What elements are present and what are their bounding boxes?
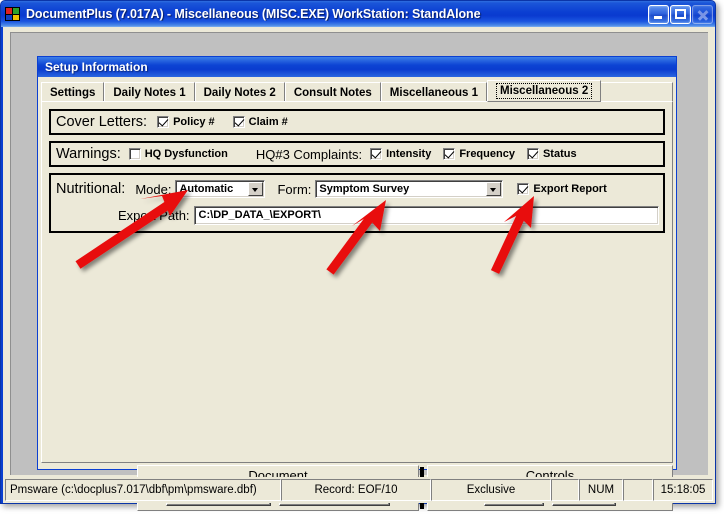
tab-page-miscellaneous-2: Cover Letters: Policy # Claim # <box>41 101 673 463</box>
setup-window-title: Setup Information <box>38 57 676 77</box>
checkbox-box-icon <box>517 183 529 195</box>
warnings-group: Warnings: HQ Dysfunction HQ#3 Complaints… <box>49 141 665 167</box>
checkbox-box-icon <box>233 116 245 128</box>
tab-miscellaneous-1[interactable]: Miscellaneous 1 <box>381 82 487 102</box>
tab-label: Miscellaneous 2 <box>496 83 592 99</box>
checkbox-label: Policy # <box>173 116 215 128</box>
checkbox-label: Status <box>543 148 577 160</box>
checkbox-label: HQ Dysfunction <box>145 148 228 160</box>
nutritional-row-1: Nutritional: Mode: Automatic Form: Sympt… <box>51 175 663 203</box>
checkbox-status[interactable]: Status <box>527 148 577 160</box>
window-title: DocumentPlus (7.017A) - Miscellaneous (M… <box>26 7 647 21</box>
status-bar: Pmsware (c:\docplus7.017\dbf\pm\pmsware.… <box>3 477 715 503</box>
tab-label: Miscellaneous 1 <box>390 87 478 99</box>
maximize-button[interactable] <box>670 5 691 24</box>
tab-label: Consult Notes <box>294 87 372 99</box>
setup-window-body: Settings Daily Notes 1 Daily Notes 2 Con… <box>38 77 676 469</box>
form-value: Symptom Survey <box>316 183 486 195</box>
checkbox-box-icon <box>157 116 169 128</box>
cover-letters-label: Cover Letters: <box>56 114 147 130</box>
checkbox-box-icon <box>370 148 382 160</box>
checkbox-export-report[interactable]: Export Report <box>517 183 606 195</box>
tab-label: Settings <box>50 87 95 99</box>
nutritional-row-2: Export Path: C:\DP_DATA_\EXPORT\ <box>51 203 663 227</box>
form-label: Form: <box>277 182 311 197</box>
status-database-path: Pmsware (c:\docplus7.017\dbf\pm\pmsware.… <box>5 479 281 501</box>
tab-settings[interactable]: Settings <box>41 82 104 102</box>
tab-daily-notes-2[interactable]: Daily Notes 2 <box>195 82 285 102</box>
close-button[interactable] <box>692 5 713 24</box>
export-path-label: Export Path: <box>118 208 190 223</box>
status-lock-mode: Exclusive <box>431 479 551 501</box>
checkbox-hq-dysfunction[interactable]: HQ Dysfunction <box>129 148 228 160</box>
mode-label: Mode: <box>135 182 171 197</box>
nutritional-label: Nutritional: <box>56 181 125 197</box>
hq3-complaints-label: HQ#3 Complaints: <box>256 147 362 162</box>
export-path-input[interactable]: C:\DP_DATA_\EXPORT\ <box>194 206 659 225</box>
checkbox-frequency[interactable]: Frequency <box>443 148 515 160</box>
status-pad-2 <box>623 479 653 501</box>
status-pad-1 <box>551 479 579 501</box>
setup-information-window: Setup Information Settings Daily Notes 1… <box>37 56 677 470</box>
application-window: DocumentPlus (7.017A) - Miscellaneous (M… <box>0 0 716 504</box>
form-dropdown[interactable]: Symptom Survey <box>315 180 503 198</box>
tab-label: Daily Notes 1 <box>113 87 185 99</box>
checkbox-box-icon <box>129 148 141 160</box>
tab-strip-filler <box>601 82 673 102</box>
checkbox-intensity[interactable]: Intensity <box>370 148 431 160</box>
checkbox-box-icon <box>527 148 539 160</box>
minimize-button[interactable] <box>648 5 669 24</box>
checkbox-claim-number[interactable]: Claim # <box>233 116 288 128</box>
app-flag-icon[interactable] <box>5 6 21 22</box>
checkbox-label: Claim # <box>249 116 288 128</box>
tab-miscellaneous-2[interactable]: Miscellaneous 2 <box>487 80 601 102</box>
maximize-icon <box>671 6 690 23</box>
tab-strip: Settings Daily Notes 1 Daily Notes 2 Con… <box>41 80 673 102</box>
cover-letters-group: Cover Letters: Policy # Claim # <box>49 109 665 135</box>
tab-daily-notes-1[interactable]: Daily Notes 1 <box>104 82 194 102</box>
close-icon <box>693 6 712 23</box>
checkbox-label: Frequency <box>459 148 515 160</box>
minimize-icon <box>649 6 668 23</box>
checkbox-policy-number[interactable]: Policy # <box>157 116 215 128</box>
warnings-label: Warnings: <box>56 146 121 162</box>
tab-consult-notes[interactable]: Consult Notes <box>285 82 381 102</box>
status-clock: 15:18:05 <box>653 479 713 501</box>
nutritional-group: Nutritional: Mode: Automatic Form: Sympt… <box>49 173 665 233</box>
mode-dropdown[interactable]: Automatic <box>175 180 265 198</box>
export-path-value: C:\DP_DATA_\EXPORT\ <box>195 209 321 221</box>
mdi-workspace: Setup Information Settings Daily Notes 1… <box>10 32 708 475</box>
chevron-down-icon[interactable] <box>248 182 263 196</box>
title-bar[interactable]: DocumentPlus (7.017A) - Miscellaneous (M… <box>1 1 715 27</box>
checkbox-label: Export Report <box>533 183 606 195</box>
tab-label: Daily Notes 2 <box>204 87 276 99</box>
status-record: Record: EOF/10 <box>281 479 431 501</box>
client-area: Setup Information Settings Daily Notes 1… <box>3 27 715 477</box>
checkbox-label: Intensity <box>386 148 431 160</box>
mode-value: Automatic <box>176 183 248 195</box>
chevron-down-icon[interactable] <box>486 182 501 196</box>
checkbox-box-icon <box>443 148 455 160</box>
status-num-lock: NUM <box>579 479 623 501</box>
